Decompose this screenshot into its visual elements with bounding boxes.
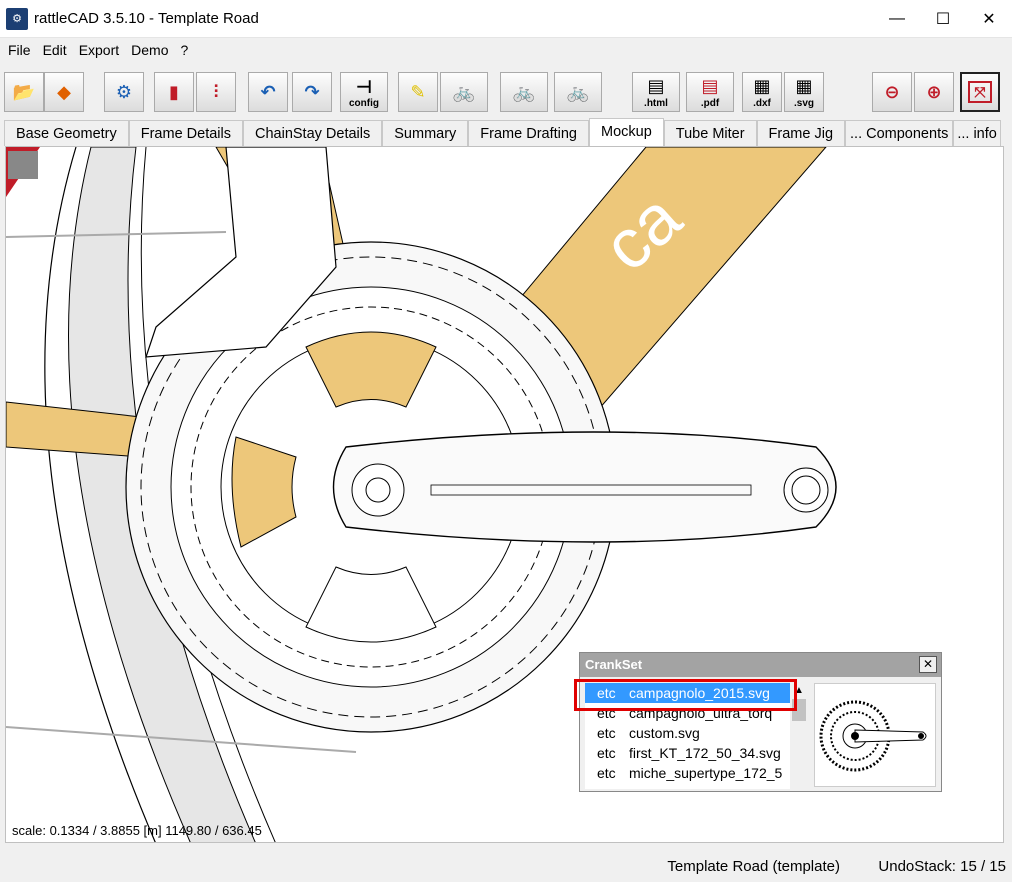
row-filename: first_KT_172_50_34.svg <box>629 745 781 761</box>
config-button[interactable]: ⊣ config <box>340 72 388 112</box>
tube-icon: ▮ <box>169 81 179 102</box>
popup-title: CrankSet ✕ <box>580 653 941 677</box>
svg-label: .svg <box>793 98 814 109</box>
export-svg-button[interactable]: ▦ .svg <box>784 72 824 112</box>
tab-frame-jig[interactable]: Frame Jig <box>756 120 846 146</box>
row-category: etc <box>597 765 616 781</box>
crankset-preview <box>814 683 936 787</box>
export-dxf-button[interactable]: ▦ .dxf <box>742 72 782 112</box>
tab-tube-miter[interactable]: Tube Miter <box>663 120 757 146</box>
bicycle-compare-icon: 🚲 <box>566 81 590 102</box>
bike-red-button[interactable]: 🚲 <box>500 72 548 112</box>
maximize-button[interactable]: ☐ <box>920 0 966 38</box>
crankset-popup: CrankSet ✕ etc campagnolo_2015.svg etc c… <box>579 652 942 792</box>
settings-button[interactable]: ⚙ <box>104 72 144 112</box>
tab-mockup[interactable]: Mockup <box>589 118 664 146</box>
dimension-button[interactable]: ⫶ <box>196 72 236 112</box>
status-bar: Template Road (template) UndoStack: 15 /… <box>0 852 1012 882</box>
pdf-file-icon: ▤ <box>701 75 719 96</box>
menu-export[interactable]: Export <box>73 38 125 62</box>
save-file-button[interactable]: ◆ <box>44 72 84 112</box>
dxf-label: .dxf <box>753 98 771 109</box>
row-filename: custom.svg <box>629 725 700 741</box>
bicycle-icon: 🚲 <box>452 81 476 102</box>
toolbar: 📂 ◆ ⚙ ▮ ⫶ ↶ ↷ ⊣ config ✎ 🚲 🚲 🚲 ▤ .html ▤… <box>0 66 1012 116</box>
menu-edit[interactable]: Edit <box>37 38 73 62</box>
open-file-button[interactable]: 📂 <box>4 72 44 112</box>
redo-button[interactable]: ↷ <box>292 72 332 112</box>
row-category: etc <box>597 745 616 761</box>
popup-close-button[interactable]: ✕ <box>919 656 937 673</box>
tab-chainstay-details[interactable]: ChainStay Details <box>243 120 383 146</box>
menu-help[interactable]: ? <box>175 38 195 62</box>
pencil-button[interactable]: ✎ <box>398 72 438 112</box>
pencil-icon: ✎ <box>410 81 426 102</box>
tab-info[interactable]: ... info <box>953 120 1001 146</box>
minimize-button[interactable]: — <box>874 0 920 38</box>
export-html-button[interactable]: ▤ .html <box>632 72 680 112</box>
undo-status: UndoStack: 15 / 15 <box>878 858 1006 875</box>
tab-frame-details[interactable]: Frame Details <box>128 120 243 146</box>
close-window-button[interactable]: ✕ <box>966 0 1012 38</box>
bicycle-red-icon: 🚲 <box>512 81 536 102</box>
dimension-icon: ⫶ <box>213 81 219 102</box>
folder-icon: 📂 <box>12 81 36 102</box>
window-title: rattleCAD 3.5.10 - Template Road <box>34 10 259 27</box>
html-label: .html <box>644 98 668 109</box>
title-bar: ⚙ rattleCAD 3.5.10 - Template Road — ☐ ✕ <box>0 0 1012 38</box>
list-item[interactable]: etc custom.svg <box>585 723 807 743</box>
tab-summary[interactable]: Summary <box>382 120 469 146</box>
tab-components[interactable]: ... Components <box>845 120 954 146</box>
scale-readout: scale: 0.1334 / 3.8855 [m] 1149.80 / 636… <box>12 823 262 838</box>
svg-file-icon: ▦ <box>795 75 813 96</box>
tab-frame-drafting[interactable]: Frame Drafting <box>468 120 589 146</box>
row-filename: miche_supertype_172_5 <box>629 765 783 781</box>
menu-file[interactable]: File <box>2 38 37 62</box>
menu-bar: File Edit Export Demo ? <box>0 38 1012 62</box>
pdf-label: .pdf <box>700 98 720 109</box>
selection-highlight <box>574 679 797 711</box>
list-item[interactable]: etc miche_supertype_172_5 <box>585 763 807 783</box>
zoom-in-button[interactable]: ⊕ <box>914 72 954 112</box>
tube-button[interactable]: ▮ <box>154 72 194 112</box>
fit-view-icon: ⤧ <box>968 81 992 103</box>
html-file-icon: ▤ <box>647 75 665 96</box>
gear-icon: ⚙ <box>115 81 133 102</box>
view-tabs: Base Geometry Frame Details ChainStay De… <box>4 118 1001 146</box>
tab-base-geometry[interactable]: Base Geometry <box>4 120 129 146</box>
row-category: etc <box>597 725 616 741</box>
popup-title-text: CrankSet <box>585 657 643 672</box>
window-controls: — ☐ ✕ <box>874 0 1012 38</box>
dxf-file-icon: ▦ <box>753 75 771 96</box>
slider-icon: ⊣ <box>355 76 373 97</box>
export-pdf-button[interactable]: ▤ .pdf <box>686 72 734 112</box>
collapse-icon[interactable] <box>8 151 38 179</box>
zoom-in-icon: ⊕ <box>926 81 942 102</box>
list-item[interactable]: etc first_KT_172_50_34.svg <box>585 743 807 763</box>
crankset-thumbnail <box>819 700 927 772</box>
bike-compare-button[interactable]: 🚲 <box>554 72 602 112</box>
config-label: config <box>349 98 379 109</box>
fit-view-button[interactable]: ⤧ <box>960 72 1000 112</box>
redo-icon: ↷ <box>304 81 320 102</box>
zoom-out-button[interactable]: ⊖ <box>872 72 912 112</box>
undo-icon: ↶ <box>260 81 276 102</box>
app-icon: ⚙ <box>6 7 28 30</box>
zoom-out-icon: ⊖ <box>884 81 900 102</box>
undo-button[interactable]: ↶ <box>248 72 288 112</box>
menu-demo[interactable]: Demo <box>125 38 174 62</box>
template-status: Template Road (template) <box>667 858 840 875</box>
bike-render-button[interactable]: 🚲 <box>440 72 488 112</box>
save-icon: ◆ <box>57 81 71 102</box>
